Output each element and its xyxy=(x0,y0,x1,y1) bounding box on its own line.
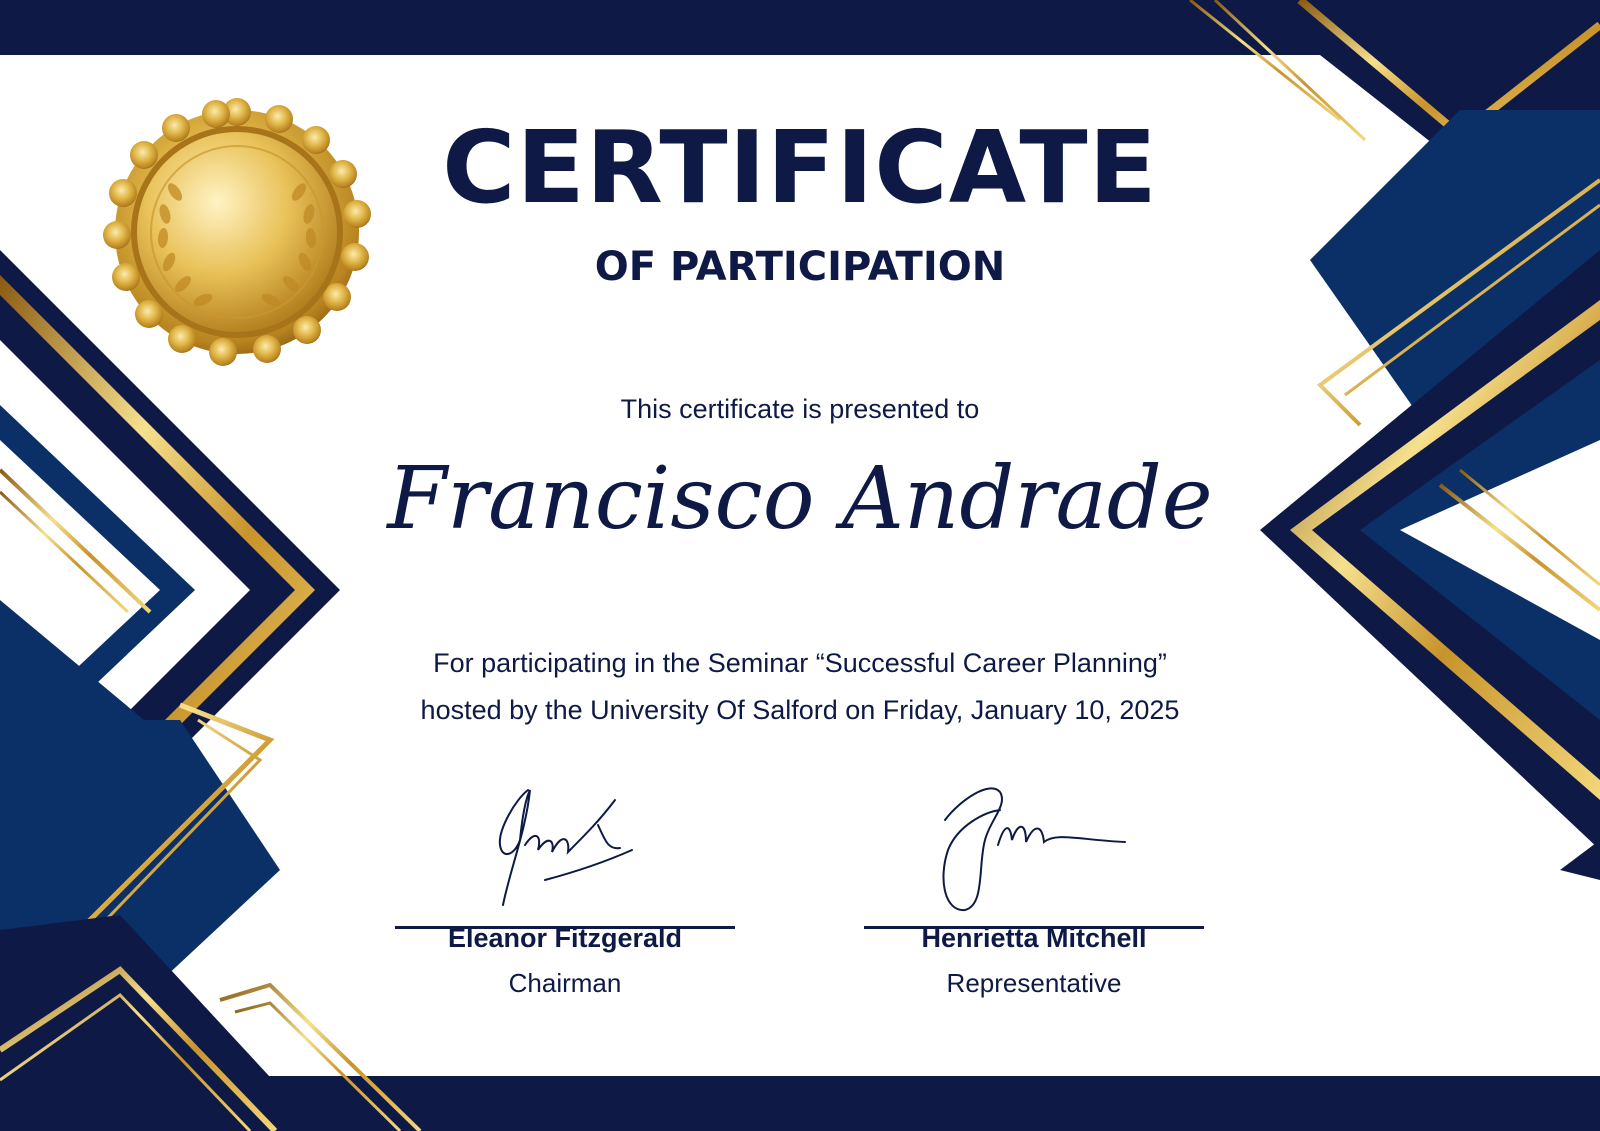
recipient-name: Francisco Andrade xyxy=(387,449,1213,549)
certificate-description: For participating in the Seminar “Succes… xyxy=(300,640,1300,734)
certificate-content: CERTIFICATE OF PARTICIPATION This certif… xyxy=(0,0,1600,1131)
signatory-name-left: Eleanor Fitzgerald xyxy=(447,923,683,953)
description-line-1: For participating in the Seminar “Succes… xyxy=(433,648,1167,678)
signatory-role-right: Representative xyxy=(946,968,1122,998)
signatory-role-left: Chairman xyxy=(508,968,622,998)
presented-to-label: This certificate is presented to xyxy=(620,394,980,424)
certificate-subtitle: OF PARTICIPATION xyxy=(594,244,1006,290)
certificate-title: CERTIFICATE xyxy=(442,109,1158,226)
signatory-name-right: Henrietta Mitchell xyxy=(921,923,1147,953)
description-line-2: hosted by the University Of Salford on F… xyxy=(420,695,1180,725)
certificate-page: CERTIFICATE OF PARTICIPATION This certif… xyxy=(0,0,1600,1131)
